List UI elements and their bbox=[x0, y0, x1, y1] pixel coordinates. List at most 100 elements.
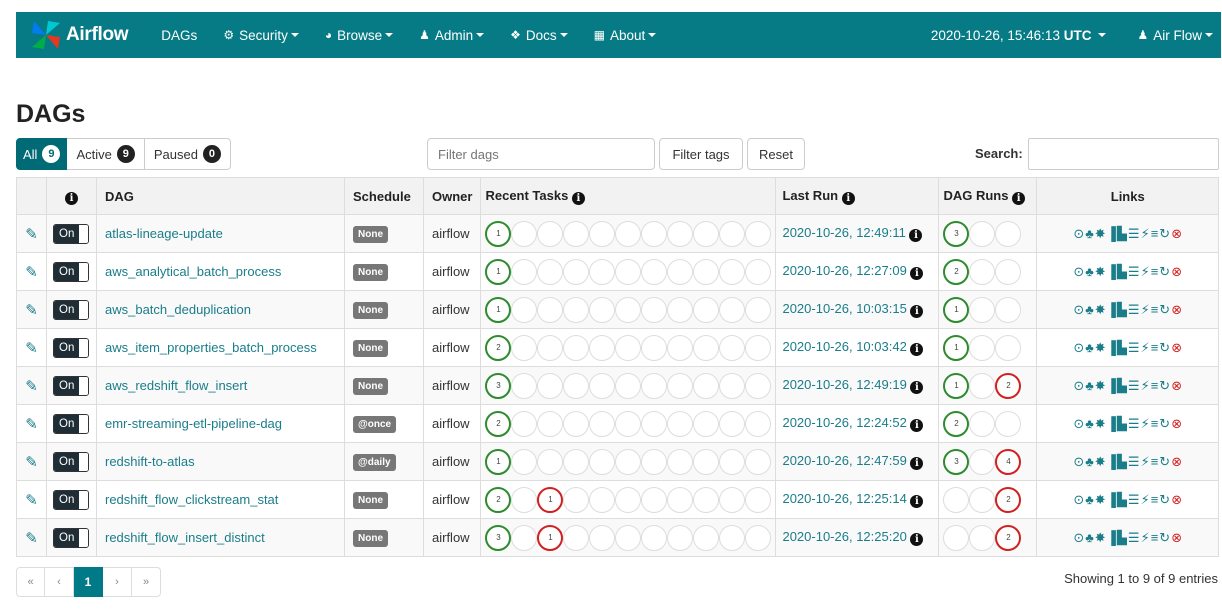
task-status-circle[interactable] bbox=[615, 410, 642, 437]
nav-admin[interactable]: ♟ Admin bbox=[419, 28, 485, 43]
task-status-circle[interactable] bbox=[693, 524, 720, 551]
task-status-circle[interactable] bbox=[641, 220, 668, 247]
trigger-dag-icon[interactable]: ⊙ bbox=[1073, 416, 1084, 432]
task-status-circle[interactable] bbox=[667, 524, 694, 551]
edit-icon[interactable]: ✎ bbox=[25, 302, 38, 319]
graph-view-icon[interactable]: ✸ bbox=[1095, 378, 1106, 394]
dag-run-circle[interactable]: 2 bbox=[943, 410, 970, 437]
delete-icon[interactable]: ⊗ bbox=[1171, 340, 1182, 356]
tree-view-icon[interactable]: ♣ bbox=[1085, 416, 1094, 432]
edit-icon[interactable]: ✎ bbox=[25, 530, 38, 547]
task-status-circle[interactable] bbox=[537, 296, 564, 323]
dag-run-circle[interactable]: 1 bbox=[943, 372, 970, 399]
dag-link[interactable]: emr-streaming-etl-pipeline-dag bbox=[105, 416, 282, 431]
dag-run-circle[interactable]: 2 bbox=[995, 372, 1022, 399]
task-status-circle[interactable] bbox=[511, 486, 538, 513]
header-owner[interactable]: Owner bbox=[422, 177, 482, 215]
task-status-circle[interactable]: 1 bbox=[537, 524, 564, 551]
trigger-dag-icon[interactable]: ⊙ bbox=[1073, 264, 1084, 280]
dag-run-circle[interactable] bbox=[969, 334, 996, 361]
task-status-circle[interactable] bbox=[511, 334, 538, 361]
refresh-icon[interactable]: ↻ bbox=[1159, 302, 1170, 318]
pause-toggle[interactable]: On bbox=[53, 299, 89, 320]
nav-about[interactable]: ▦ About bbox=[594, 28, 657, 43]
page-next-button[interactable]: › bbox=[103, 567, 132, 597]
pause-toggle[interactable]: On bbox=[53, 375, 89, 396]
task-status-circle[interactable] bbox=[589, 258, 616, 285]
task-status-circle[interactable] bbox=[693, 372, 720, 399]
task-status-circle[interactable] bbox=[693, 258, 720, 285]
dag-run-circle[interactable] bbox=[943, 486, 970, 513]
delete-icon[interactable]: ⊗ bbox=[1171, 378, 1182, 394]
tree-view-icon[interactable]: ♣ bbox=[1085, 302, 1094, 318]
dag-run-circle[interactable]: 2 bbox=[995, 524, 1022, 551]
task-status-circle[interactable] bbox=[719, 220, 746, 247]
edit-icon[interactable]: ✎ bbox=[25, 378, 38, 395]
dag-run-circle[interactable] bbox=[969, 410, 996, 437]
task-status-circle[interactable]: 1 bbox=[485, 258, 512, 285]
dag-run-circle[interactable]: 3 bbox=[943, 448, 970, 475]
task-status-circle[interactable] bbox=[693, 448, 720, 475]
task-status-circle[interactable] bbox=[745, 524, 772, 551]
dag-run-circle[interactable] bbox=[969, 524, 996, 551]
code-icon[interactable]: ⚡ bbox=[1141, 340, 1150, 356]
task-status-circle[interactable] bbox=[563, 220, 590, 247]
gantt-icon[interactable]: ☰ bbox=[1128, 492, 1140, 508]
graph-view-icon[interactable]: ✸ bbox=[1095, 454, 1106, 470]
info-icon[interactable]: i bbox=[910, 495, 924, 508]
task-status-circle[interactable] bbox=[563, 448, 590, 475]
gantt-icon[interactable]: ☰ bbox=[1128, 302, 1140, 318]
code-icon[interactable]: ⚡ bbox=[1141, 378, 1150, 394]
task-status-circle[interactable] bbox=[589, 486, 616, 513]
info-icon[interactable]: i bbox=[910, 457, 924, 470]
info-icon[interactable]: i bbox=[910, 533, 924, 546]
gantt-icon[interactable]: ☰ bbox=[1128, 378, 1140, 394]
task-status-circle[interactable] bbox=[615, 524, 642, 551]
dag-run-circle[interactable]: 4 bbox=[995, 448, 1022, 475]
task-status-circle[interactable] bbox=[667, 220, 694, 247]
pause-toggle[interactable]: On bbox=[53, 413, 89, 434]
task-status-circle[interactable] bbox=[719, 372, 746, 399]
task-status-circle[interactable] bbox=[511, 448, 538, 475]
delete-icon[interactable]: ⊗ bbox=[1171, 302, 1182, 318]
task-status-circle[interactable] bbox=[511, 410, 538, 437]
tree-view-icon[interactable]: ♣ bbox=[1085, 226, 1094, 242]
delete-icon[interactable]: ⊗ bbox=[1171, 454, 1182, 470]
schedule-badge[interactable]: None bbox=[353, 377, 388, 395]
refresh-icon[interactable]: ↻ bbox=[1159, 454, 1170, 470]
logs-icon[interactable]: ≡ bbox=[1151, 416, 1159, 432]
task-status-circle[interactable] bbox=[563, 410, 590, 437]
task-status-circle[interactable] bbox=[589, 372, 616, 399]
schedule-badge[interactable]: None bbox=[353, 491, 388, 509]
task-status-circle[interactable] bbox=[511, 372, 538, 399]
logs-icon[interactable]: ≡ bbox=[1151, 492, 1159, 508]
landing-times-icon[interactable]: ▙ bbox=[1117, 530, 1127, 546]
trigger-dag-icon[interactable]: ⊙ bbox=[1073, 378, 1084, 394]
tries-icon[interactable]: ▐ bbox=[1107, 340, 1116, 356]
task-status-circle[interactable] bbox=[745, 220, 772, 247]
gantt-icon[interactable]: ☰ bbox=[1128, 340, 1140, 356]
schedule-badge[interactable]: None bbox=[353, 225, 388, 243]
task-status-circle[interactable] bbox=[745, 258, 772, 285]
last-run-link[interactable]: 2020-10-26, 12:49:11 bbox=[782, 225, 905, 240]
landing-times-icon[interactable]: ▙ bbox=[1117, 340, 1127, 356]
last-run-link[interactable]: 2020-10-26, 10:03:42 bbox=[782, 339, 906, 354]
timezone-clock[interactable]: 2020-10-26, 15:46:13 UTC bbox=[931, 28, 1107, 43]
task-status-circle[interactable] bbox=[719, 524, 746, 551]
graph-view-icon[interactable]: ✸ bbox=[1095, 264, 1106, 280]
edit-icon[interactable]: ✎ bbox=[25, 340, 38, 357]
task-status-circle[interactable] bbox=[615, 334, 642, 361]
schedule-badge[interactable]: None bbox=[353, 529, 388, 547]
delete-icon[interactable]: ⊗ bbox=[1171, 264, 1182, 280]
task-status-circle[interactable] bbox=[745, 486, 772, 513]
task-status-circle[interactable] bbox=[537, 410, 564, 437]
refresh-icon[interactable]: ↻ bbox=[1159, 416, 1170, 432]
task-status-circle[interactable] bbox=[563, 524, 590, 551]
edit-icon[interactable]: ✎ bbox=[25, 492, 38, 509]
tree-view-icon[interactable]: ♣ bbox=[1085, 264, 1094, 280]
delete-icon[interactable]: ⊗ bbox=[1171, 416, 1182, 432]
schedule-badge[interactable]: @daily bbox=[353, 453, 396, 471]
task-status-circle[interactable] bbox=[511, 258, 538, 285]
trigger-dag-icon[interactable]: ⊙ bbox=[1073, 226, 1084, 242]
dag-run-circle[interactable] bbox=[969, 258, 996, 285]
